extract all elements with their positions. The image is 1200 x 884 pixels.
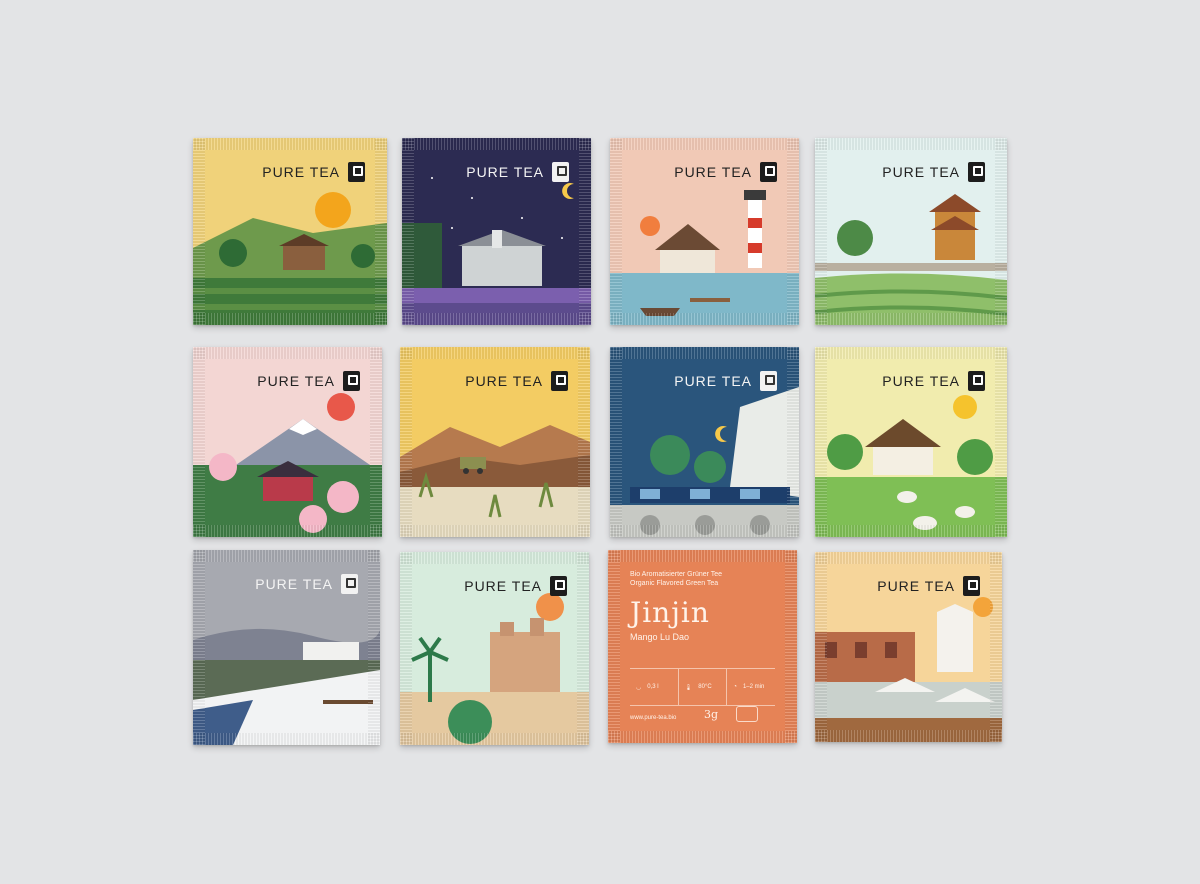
timer-icon: ◔	[733, 684, 737, 690]
organic-leaf-icon	[736, 706, 758, 722]
brand-label: PURE TEA	[465, 371, 568, 391]
temperature-cell: 🌡 80°C	[677, 669, 727, 705]
pure-tea-logo-icon	[551, 371, 568, 391]
tea-sachet-farmhouse-sheep: PURE TEA	[815, 347, 1007, 537]
tea-description: Bio Aromatisierter Grüner Tee Organic Fl…	[630, 571, 723, 587]
tea-sachet-night-village: PURE TEA	[402, 138, 591, 325]
tea-sachet-desert-kasbah: PURE TEA	[400, 552, 589, 745]
brand-label: PURE TEA	[877, 576, 980, 596]
brewing-instructions: ◡ 0,3 l 🌡 80°C ◔ 1–2 min	[630, 668, 775, 706]
brand-label: PURE TEA	[262, 162, 365, 182]
pure-tea-logo-icon	[963, 576, 980, 596]
pure-tea-logo-icon	[550, 576, 567, 596]
tea-sachet-pagoda-rice-terraces: PURE TEA	[815, 138, 1007, 325]
pure-tea-logo-icon	[348, 162, 365, 182]
pure-tea-logo-icon	[552, 162, 569, 182]
brand-label: PURE TEA	[255, 574, 358, 594]
pure-tea-logo-icon	[341, 574, 358, 594]
tea-name: Jinjin	[630, 596, 710, 629]
pure-tea-logo-icon	[760, 162, 777, 182]
pure-tea-logo-icon	[343, 371, 360, 391]
brand-label: PURE TEA	[674, 162, 777, 182]
tea-sachet-mount-fuji-blossoms: PURE TEA	[193, 347, 382, 537]
brand-label: PURE TEA	[882, 162, 985, 182]
volume-cell: ◡ 0,3 l	[636, 684, 659, 691]
website-url: www.pure-tea.bio	[630, 715, 677, 721]
brand-label: PURE TEA	[466, 162, 569, 182]
tea-sachet-jinjin-back: Bio Aromatisierter Grüner Tee Organic Fl…	[608, 550, 797, 743]
cup-icon: ◡	[636, 684, 642, 691]
pure-tea-logo-icon	[968, 162, 985, 182]
brand-label: PURE TEA	[674, 371, 777, 391]
tea-sachet-mountain-train: PURE TEA	[610, 347, 799, 537]
tea-sachet-savanna-jeep: PURE TEA	[400, 347, 590, 537]
tea-variety: Mango Lu Dao	[630, 632, 690, 642]
tea-sachet-temple-market: PURE TEA	[815, 552, 1002, 742]
tea-sachet-manor-cliffs: PURE TEA	[193, 550, 380, 745]
weight-label: 3g	[704, 708, 719, 721]
pure-tea-logo-icon	[760, 371, 777, 391]
brand-label: PURE TEA	[464, 576, 567, 596]
pure-tea-logo-icon	[968, 371, 985, 391]
time-cell: ◔ 1–2 min	[726, 669, 775, 705]
brand-label: PURE TEA	[257, 371, 360, 391]
brand-label: PURE TEA	[882, 371, 985, 391]
thermometer-icon: 🌡	[684, 684, 693, 691]
tea-sachet-plantation-sunrise: PURE TEA	[193, 138, 387, 325]
tea-sachet-lighthouse-coast: PURE TEA	[610, 138, 799, 325]
